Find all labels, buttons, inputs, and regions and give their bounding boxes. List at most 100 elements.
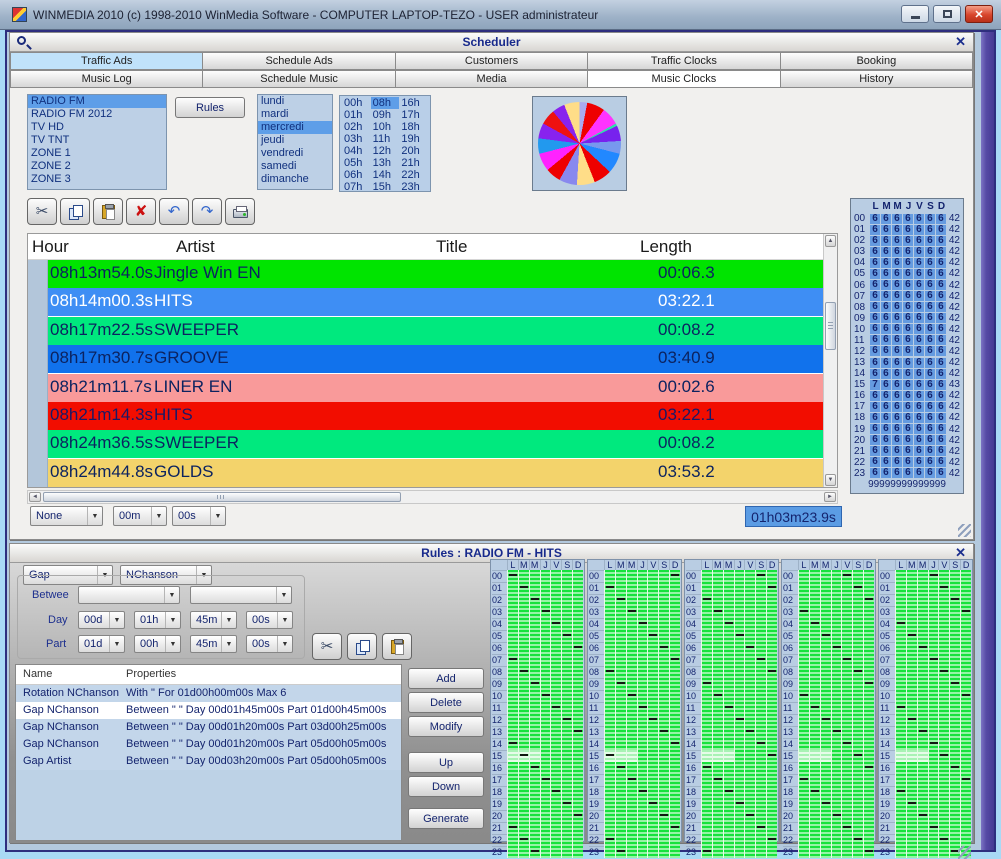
day-select-2[interactable]: 45m▼	[190, 611, 237, 629]
clock-grid-cell[interactable]	[712, 678, 723, 690]
clock-grid-cell[interactable]	[841, 654, 852, 666]
clock-grid-cell[interactable]	[906, 798, 917, 810]
clock-grid-cell[interactable]	[701, 810, 712, 822]
clock-grid-cell[interactable]	[734, 666, 745, 678]
clock-grid-cell[interactable]	[507, 630, 518, 642]
clock-grid-cell[interactable]	[744, 714, 755, 726]
clock-grid-cell[interactable]	[798, 738, 809, 750]
clock-grid-cell[interactable]	[809, 654, 820, 666]
clock-grid-cell[interactable]	[938, 798, 949, 810]
clock-grid-cell[interactable]	[809, 822, 820, 834]
clock-grid-cell[interactable]	[755, 762, 766, 774]
clock-grid-cell[interactable]	[841, 630, 852, 642]
clock-grid-cell[interactable]	[561, 690, 572, 702]
clock-grid-cell[interactable]	[798, 714, 809, 726]
clock-grid-cell[interactable]	[895, 714, 906, 726]
clock-grid-cell[interactable]	[561, 834, 572, 846]
clock-grid-cell[interactable]	[841, 822, 852, 834]
clock-grid-cell[interactable]	[928, 702, 939, 714]
clock-grid-cell[interactable]	[712, 666, 723, 678]
clock-grid-cell[interactable]	[529, 714, 540, 726]
clock-grid-cell[interactable]	[949, 630, 960, 642]
tab-music-clocks[interactable]: Music Clocks	[588, 70, 780, 88]
clock-grid-cell[interactable]	[507, 786, 518, 798]
clock-grid-cell[interactable]	[701, 570, 712, 582]
clock-grid-cell[interactable]	[766, 714, 777, 726]
clock-grid-cell[interactable]	[550, 702, 561, 714]
clock-grid-cell[interactable]	[550, 798, 561, 810]
clock-grid-cell[interactable]	[637, 702, 648, 714]
clock-grid-cell[interactable]	[507, 642, 518, 654]
add-button[interactable]: Add	[408, 668, 484, 689]
clock-grid-cell[interactable]	[561, 810, 572, 822]
clock-grid-cell[interactable]	[938, 606, 949, 618]
clock-grid-cell[interactable]	[669, 774, 680, 786]
clock-grid-cell[interactable]	[615, 606, 626, 618]
clock-grid-cell[interactable]	[626, 834, 637, 846]
clock-grid-cell[interactable]	[647, 786, 658, 798]
clock-grid-cell[interactable]	[723, 810, 734, 822]
clock-grid-cell[interactable]	[809, 834, 820, 846]
clock-grid-cell[interactable]	[755, 570, 766, 582]
clock-grid-cell[interactable]	[831, 834, 842, 846]
clock-grid-cell[interactable]	[863, 618, 874, 630]
clock-grid-cell[interactable]	[712, 690, 723, 702]
clock-grid-cell[interactable]	[604, 606, 615, 618]
clock-grid-cell[interactable]	[755, 786, 766, 798]
rules-button[interactable]: Rules	[175, 97, 245, 118]
clock-grid-cell[interactable]	[712, 822, 723, 834]
clock-grid-cell[interactable]	[626, 690, 637, 702]
clock-grid-cell[interactable]	[960, 786, 971, 798]
clock-grid-cell[interactable]	[798, 798, 809, 810]
clock-grid-cell[interactable]	[550, 570, 561, 582]
hour-cell[interactable]: 02h	[342, 121, 371, 133]
clock-grid-cell[interactable]	[734, 690, 745, 702]
up-button[interactable]: Up	[408, 752, 484, 773]
clock-grid-cell[interactable]	[561, 846, 572, 858]
clock-grid-cell[interactable]	[949, 642, 960, 654]
clock-grid-cell[interactable]	[766, 822, 777, 834]
clock-grid-cell[interactable]	[572, 570, 583, 582]
clock-grid-cell[interactable]	[572, 678, 583, 690]
clock-grid-cell[interactable]	[744, 642, 755, 654]
clock-grid-cell[interactable]	[637, 810, 648, 822]
clock-grid-cell[interactable]	[561, 606, 572, 618]
copy-button[interactable]	[60, 198, 90, 225]
clock-grid-cell[interactable]	[744, 834, 755, 846]
hour-cell[interactable]: 00h	[342, 97, 371, 109]
clock-grid-cell[interactable]	[518, 618, 529, 630]
horizontal-scrollbar[interactable]: ◄ ►	[27, 490, 838, 504]
clock-grid-cell[interactable]	[938, 834, 949, 846]
clock-grid-cell[interactable]	[906, 594, 917, 606]
clock-grid-cell[interactable]	[518, 690, 529, 702]
clock-grid-cell[interactable]	[529, 666, 540, 678]
clock-grid-cell[interactable]	[626, 798, 637, 810]
clock-grid-cell[interactable]	[712, 762, 723, 774]
clock-grid-cell[interactable]	[938, 750, 949, 762]
clock-grid-cell[interactable]	[949, 714, 960, 726]
clock-grid-cell[interactable]	[755, 726, 766, 738]
clock-grid-cell[interactable]	[561, 822, 572, 834]
clock-grid-cell[interactable]	[841, 690, 852, 702]
clock-grid-cell[interactable]	[637, 642, 648, 654]
clock-grid-cell[interactable]	[637, 798, 648, 810]
clock-grid-cell[interactable]	[906, 726, 917, 738]
clock-grid-cell[interactable]	[841, 570, 852, 582]
clock-grid-cell[interactable]	[928, 726, 939, 738]
clock-grid-cell[interactable]	[669, 846, 680, 858]
clock-grid-cell[interactable]	[755, 810, 766, 822]
clock-grid-cell[interactable]	[637, 714, 648, 726]
clock-grid-cell[interactable]	[809, 690, 820, 702]
copy-button[interactable]	[347, 633, 377, 660]
hour-cell[interactable]: 16h	[399, 97, 428, 109]
clock-grid-cell[interactable]	[755, 642, 766, 654]
clock-grid-cell[interactable]	[928, 714, 939, 726]
clock-grid-cell[interactable]	[507, 570, 518, 582]
clock-grid-cell[interactable]	[809, 762, 820, 774]
clock-grid-cell[interactable]	[637, 762, 648, 774]
clock-grid-cell[interactable]	[572, 702, 583, 714]
clock-grid-cell[interactable]	[917, 762, 928, 774]
clock-grid-cell[interactable]	[820, 738, 831, 750]
clock-grid-cell[interactable]	[626, 702, 637, 714]
clock-grid-cell[interactable]	[841, 714, 852, 726]
